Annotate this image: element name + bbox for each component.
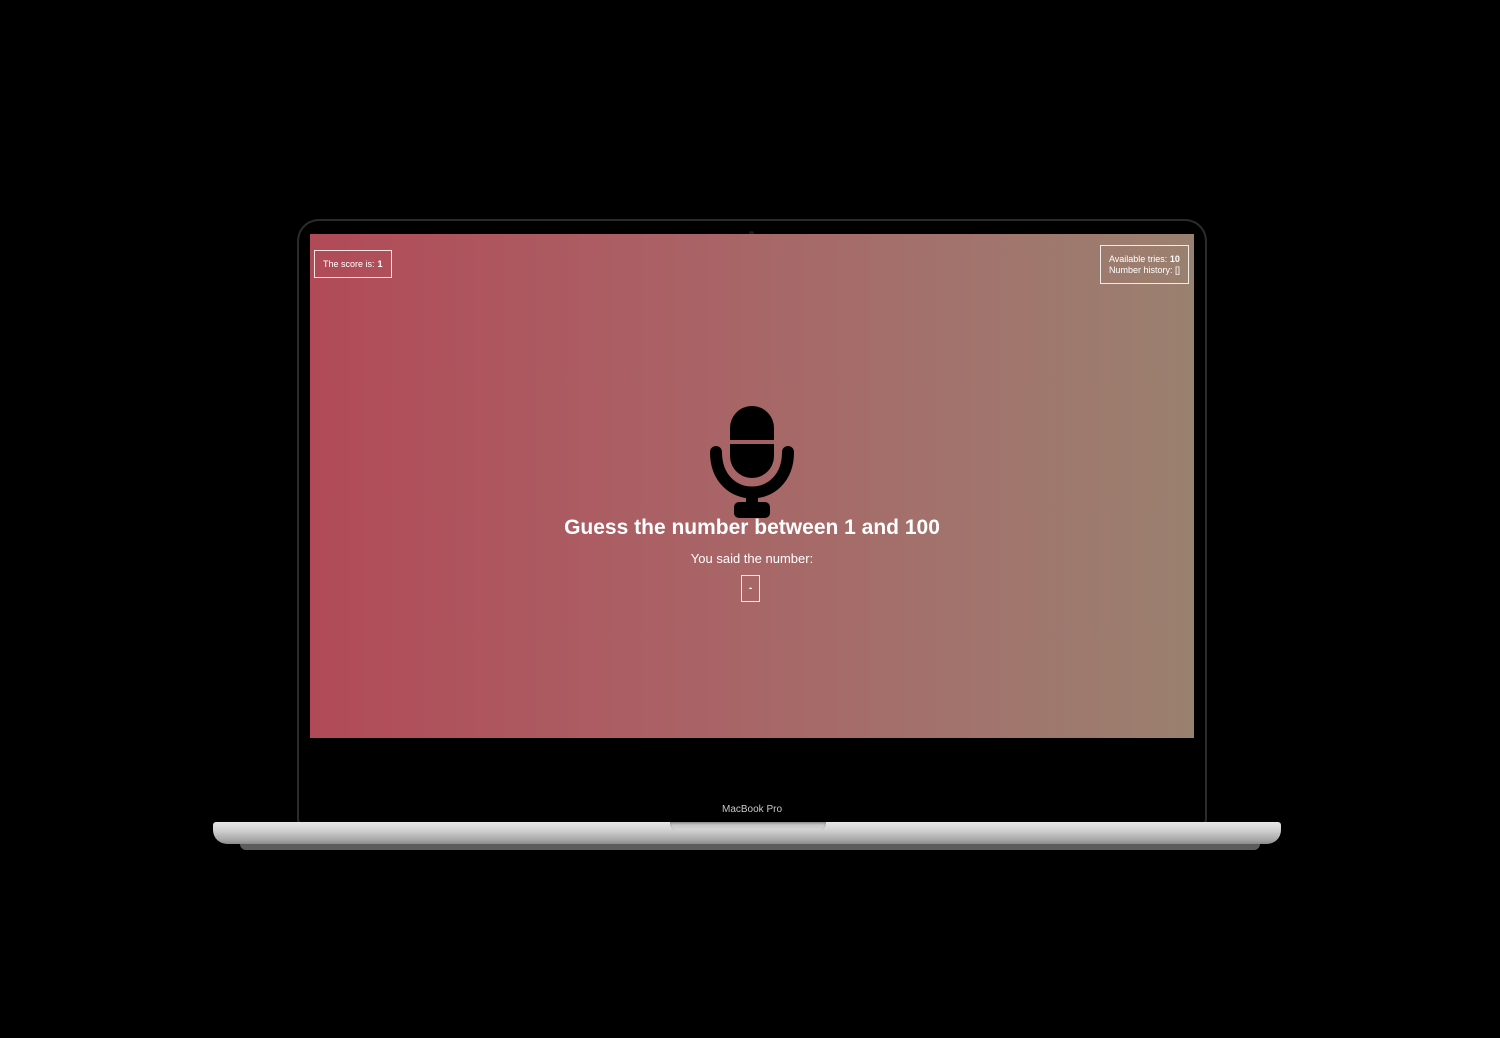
history-row: Number history: [] xyxy=(1109,265,1180,276)
said-number-box: - xyxy=(741,575,760,602)
score-value: 1 xyxy=(377,259,383,269)
history-value: [] xyxy=(1174,265,1180,275)
device-mockup: The score is: 1 Available tries: 10 Numb… xyxy=(0,0,1500,1038)
history-label: Number history: xyxy=(1108,265,1173,275)
score-box: The score is: 1 xyxy=(314,250,392,278)
tries-label: Available tries: xyxy=(1108,254,1168,264)
laptop-notch xyxy=(670,822,826,831)
tries-value: 10 xyxy=(1169,254,1180,264)
game-screen: The score is: 1 Available tries: 10 Numb… xyxy=(310,234,1194,738)
tries-box: Available tries: 10 Number history: [] xyxy=(1099,245,1189,284)
device-brand-label: MacBook Pro xyxy=(721,804,783,815)
game-title: Guess the number between 1 and 100 xyxy=(564,516,940,539)
tries-row: Available tries: 10 xyxy=(1109,254,1180,265)
said-number-value: - xyxy=(748,583,753,594)
microphone-icon[interactable] xyxy=(710,406,794,518)
said-number-label: You said the number: xyxy=(690,551,814,566)
laptop-base-shadow xyxy=(240,844,1260,850)
score-label: The score is: xyxy=(323,259,375,269)
